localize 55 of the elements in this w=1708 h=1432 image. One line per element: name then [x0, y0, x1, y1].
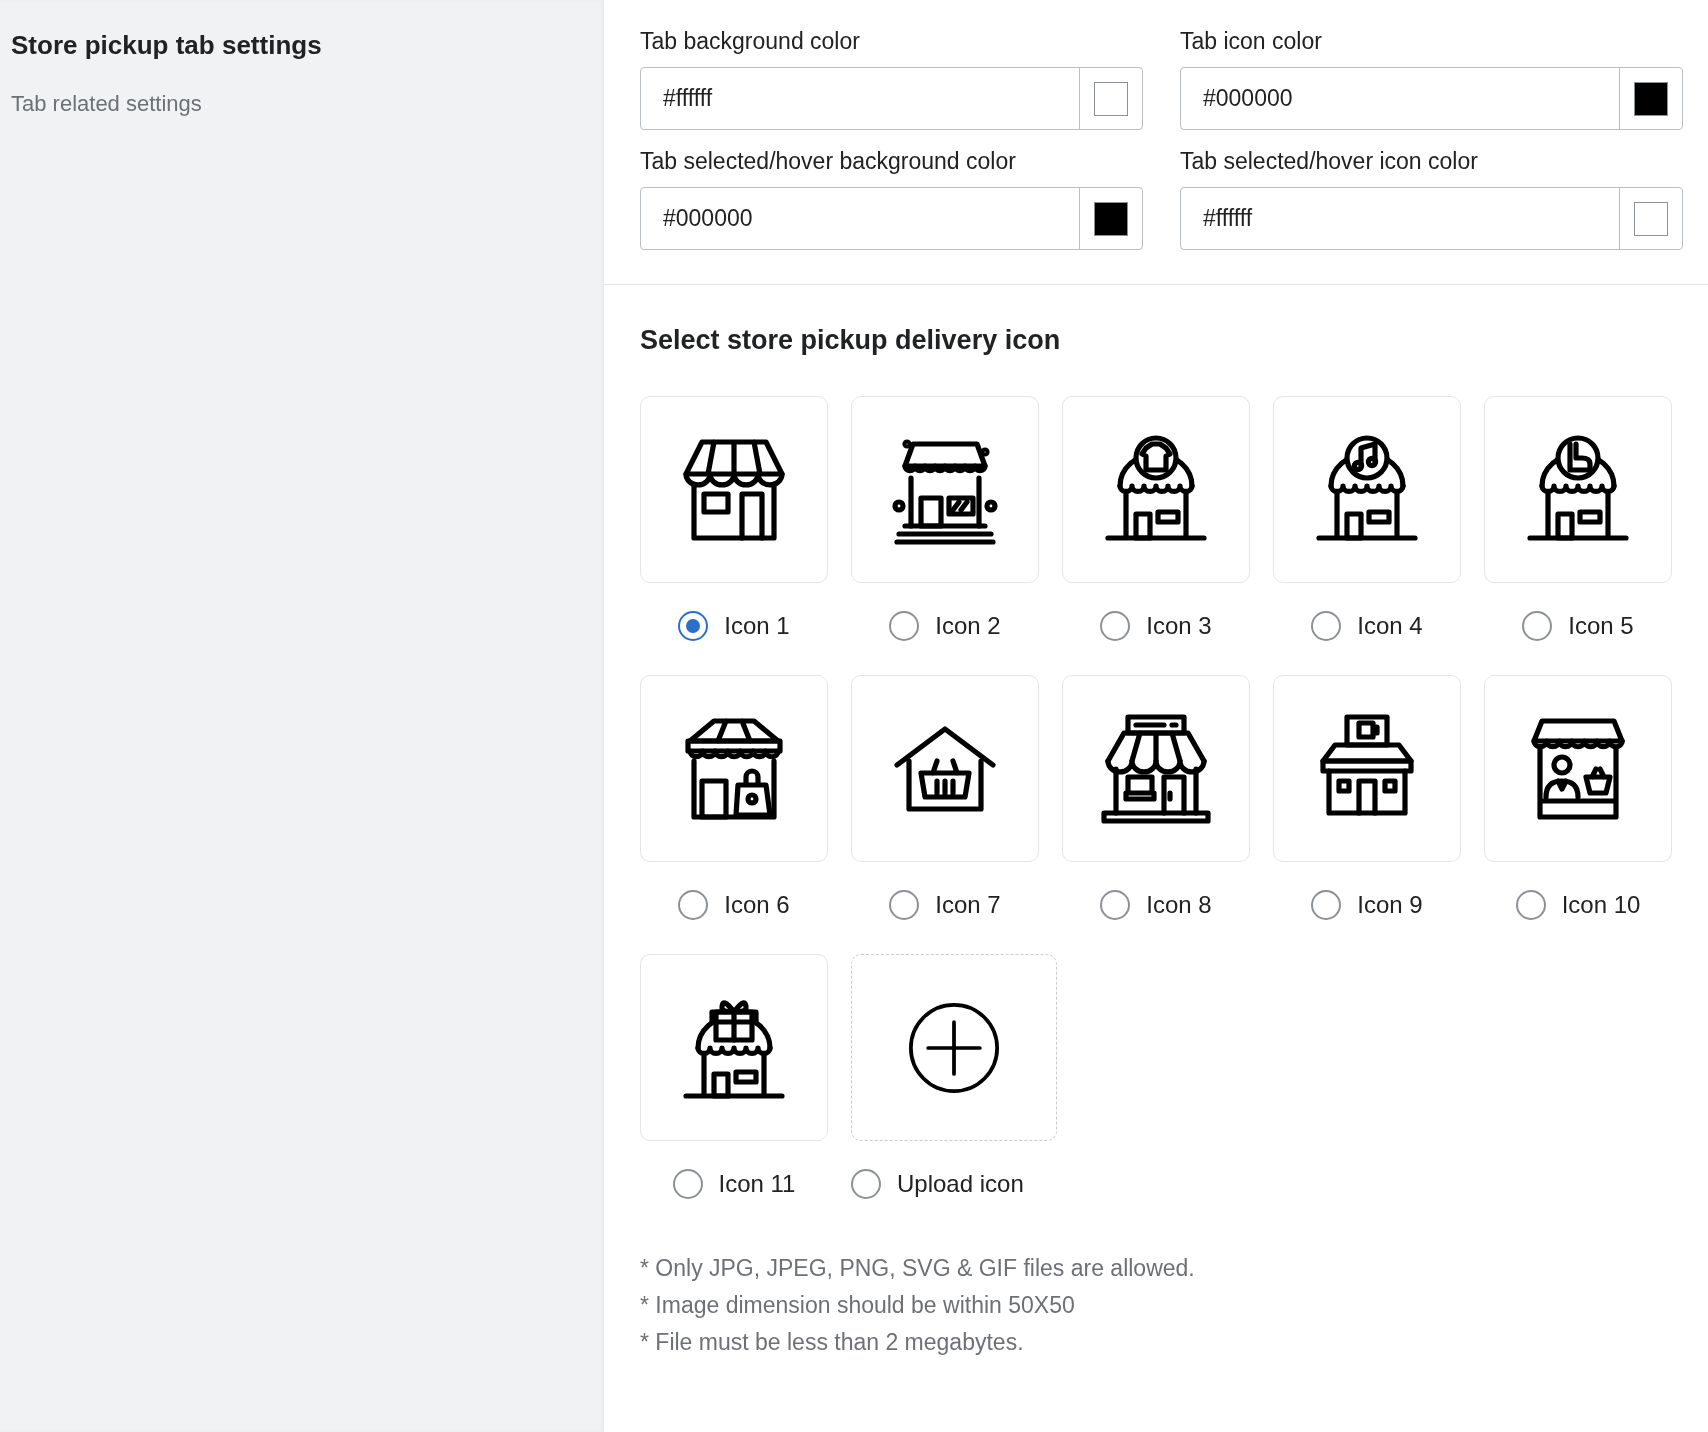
radio-button[interactable] — [889, 890, 920, 920]
radio-button[interactable] — [678, 611, 709, 641]
icon-card[interactable] — [1062, 396, 1250, 583]
file-requirement-note: * Only JPG, JPEG, PNG, SVG & GIF files are allowed. — [640, 1255, 1196, 1282]
icon-card[interactable] — [1484, 396, 1672, 583]
radio-button[interactable] — [1100, 611, 1131, 641]
radio-button[interactable] — [678, 890, 709, 920]
field-label: Tab selected/hover background color — [640, 148, 1017, 175]
icon-card[interactable] — [1273, 675, 1461, 862]
radio-label: Icon 2 — [935, 612, 1001, 640]
color-input-field[interactable]: #000000 — [1180, 67, 1683, 130]
color-swatch[interactable] — [1094, 201, 1128, 236]
radio-button[interactable] — [851, 1169, 881, 1199]
color-swatch[interactable] — [1094, 81, 1128, 116]
section-heading: Select store pickup delivery icon — [640, 325, 1062, 356]
icon-card[interactable] — [851, 396, 1039, 583]
radio-button[interactable] — [1100, 890, 1131, 920]
radio-label: Icon 11 — [718, 1170, 796, 1198]
radio-label: Icon 4 — [1357, 612, 1423, 640]
icon-card[interactable] — [640, 396, 828, 583]
radio-label: Icon 10 — [1561, 891, 1641, 919]
radio-button[interactable] — [1311, 890, 1342, 920]
icon-card[interactable] — [640, 675, 828, 862]
radio-label: Icon 7 — [935, 891, 1001, 919]
upload-card[interactable] — [851, 954, 1057, 1141]
field-label: Tab icon color — [1180, 28, 1323, 55]
radio-label: Icon 3 — [1146, 612, 1212, 640]
radio-label: Icon 9 — [1357, 891, 1423, 919]
color-input-field[interactable]: #ffffff — [640, 67, 1143, 130]
color-swatch[interactable] — [1634, 81, 1668, 116]
icon-card[interactable] — [851, 675, 1039, 862]
radio-label: Icon 6 — [724, 891, 790, 919]
plus-circle-icon — [908, 1001, 1000, 1094]
radio-label: Icon 8 — [1146, 891, 1212, 919]
radio-button[interactable] — [889, 611, 920, 641]
section-subtitle: Tab related settings — [11, 91, 203, 117]
file-requirement-note: * Image dimension should be within 50X50 — [640, 1292, 1076, 1319]
file-requirement-note: * File must be less than 2 megabytes. — [640, 1329, 1025, 1356]
color-swatch[interactable] — [1634, 201, 1668, 236]
radio-button[interactable] — [1522, 611, 1553, 641]
field-label: Tab background color — [640, 28, 861, 55]
icon-card[interactable] — [1484, 675, 1672, 862]
section-title: Store pickup tab settings — [11, 30, 323, 61]
radio-label: Icon 5 — [1568, 612, 1634, 640]
radio-label: Upload icon — [897, 1170, 1024, 1198]
radio-button[interactable] — [1311, 611, 1342, 641]
radio-button[interactable] — [672, 1169, 703, 1199]
icon-card[interactable] — [1062, 675, 1250, 862]
radio-label: Icon 1 — [724, 612, 790, 640]
icon-card[interactable] — [1273, 396, 1461, 583]
radio-button[interactable] — [1515, 890, 1546, 920]
field-label: Tab selected/hover icon color — [1180, 148, 1479, 175]
icon-card[interactable] — [640, 954, 828, 1141]
color-input-field[interactable]: #ffffff — [1180, 187, 1683, 250]
color-input-field[interactable]: #000000 — [640, 187, 1143, 250]
